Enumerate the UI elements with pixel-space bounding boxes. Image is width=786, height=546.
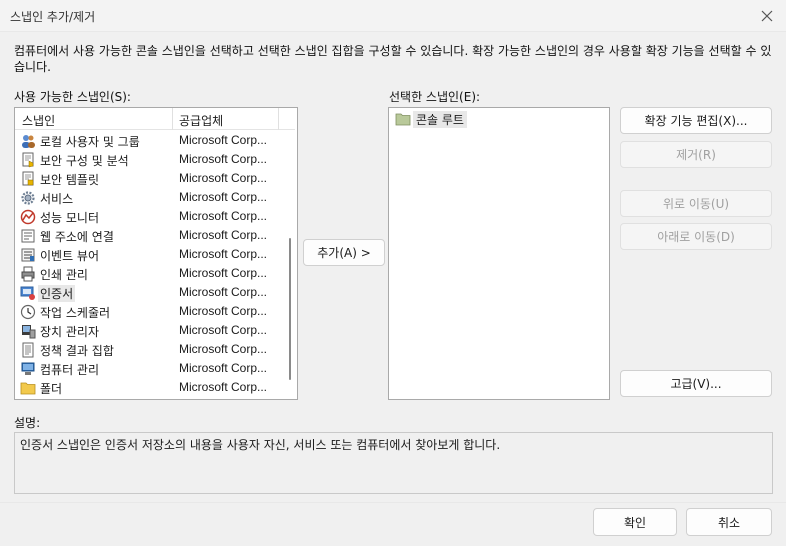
add-button[interactable]: 추가(A) > <box>303 239 385 266</box>
snapin-name: 장치 관리자 <box>40 325 100 339</box>
list-item[interactable]: 컴퓨터 관리 Microsoft Corp... <box>15 359 295 378</box>
computer-management-icon <box>21 362 35 375</box>
selected-snapins-label: 선택한 스냅인(E): <box>389 90 481 104</box>
column-header-vendor[interactable]: 공급업체 <box>179 112 223 129</box>
snapin-name: 정책 결과 집합 <box>40 344 114 358</box>
list-item[interactable]: 로컬 사용자 및 그룹 Microsoft Corp... <box>15 131 295 150</box>
list-item[interactable]: 정책 결과 집합 Microsoft Corp... <box>15 340 295 359</box>
list-item[interactable]: 보안 템플릿 Microsoft Corp... <box>15 169 295 188</box>
snapin-name: 컴퓨터 관리 <box>40 363 100 377</box>
folder-icon <box>395 113 411 126</box>
close-button[interactable] <box>756 5 778 27</box>
certificate-icon <box>20 286 35 300</box>
description-text: 인증서 스냅인은 인증서 저장소의 내용을 사용자 자신, 서비스 또는 컴퓨터… <box>20 438 501 452</box>
snapin-name: 인쇄 관리 <box>40 268 88 282</box>
snapin-name: 인증서 <box>38 285 76 302</box>
snapin-vendor: Microsoft Corp... <box>179 171 268 185</box>
list-item[interactable]: 콘솔 루트 <box>395 110 467 128</box>
list-item[interactable]: 인증서 Microsoft Corp... <box>15 283 295 302</box>
edit-extensions-button[interactable]: 확장 기능 편집(X)... <box>620 107 772 134</box>
printer-icon <box>21 266 35 282</box>
snapin-vendor: Microsoft Corp... <box>179 285 268 299</box>
snapin-vendor: Microsoft Corp... <box>179 152 268 166</box>
snapin-name: 폴더 <box>40 382 63 396</box>
snapin-vendor: Microsoft Corp... <box>179 361 268 375</box>
snapin-vendor: Microsoft Corp... <box>179 190 268 204</box>
snapin-vendor: Microsoft Corp... <box>179 323 268 337</box>
web-link-icon <box>21 229 35 243</box>
snapin-vendor: Microsoft Corp... <box>179 342 268 356</box>
snapin-name: 로컬 사용자 및 그룹 <box>40 135 140 149</box>
available-rows: 로컬 사용자 및 그룹 Microsoft Corp... 보안 구성 및 분석 Mi… <box>15 131 295 397</box>
users-icon <box>22 135 35 148</box>
list-item[interactable]: 인쇄 관리 Microsoft Corp... <box>15 264 295 283</box>
list-item[interactable]: 웹 주소에 연결 Microsoft Corp... <box>15 226 295 245</box>
column-divider[interactable] <box>278 108 279 130</box>
list-item[interactable]: 장치 관리자 Microsoft Corp... <box>15 321 295 340</box>
scrollbar-thumb[interactable] <box>289 238 291 380</box>
event-viewer-icon <box>21 248 35 262</box>
footer-divider <box>0 502 786 503</box>
selected-snapins-list[interactable]: 콘솔 루트 <box>388 107 610 400</box>
list-item[interactable]: 보안 구성 및 분석 Microsoft Corp... <box>15 150 295 169</box>
snapin-vendor: Microsoft Corp... <box>179 266 268 280</box>
advanced-button[interactable]: 고급(V)... <box>620 370 772 397</box>
list-item[interactable]: 폴더 Microsoft Corp... <box>15 378 295 397</box>
window-title: 스냅인 추가/제거 <box>10 10 96 24</box>
column-header-snapin[interactable]: 스냅인 <box>22 112 55 129</box>
list-item-label: 콘솔 루트 <box>413 110 467 128</box>
folder-icon <box>20 382 36 395</box>
move-down-button[interactable]: 아래로 이동(D) <box>620 223 772 250</box>
list-item[interactable]: 작업 스케줄러 Microsoft Corp... <box>15 302 295 321</box>
security-analysis-icon <box>22 152 34 168</box>
move-up-button[interactable]: 위로 이동(U) <box>620 190 772 217</box>
remove-button[interactable]: 제거(R) <box>620 141 772 168</box>
dialog-description: 컴퓨터에서 사용 가능한 콘솔 스냅인을 선택하고 선택한 스냅인 집합을 구성… <box>14 44 772 74</box>
security-template-icon <box>22 171 34 186</box>
available-snapins-label: 사용 가능한 스냅인(S): <box>14 90 131 104</box>
vertical-scrollbar[interactable] <box>285 108 295 399</box>
snapin-name: 웹 주소에 연결 <box>40 230 114 244</box>
close-icon <box>761 10 773 22</box>
device-manager-icon <box>22 325 36 339</box>
snapin-vendor: Microsoft Corp... <box>179 304 268 318</box>
snapin-vendor: Microsoft Corp... <box>179 133 268 147</box>
description-label: 설명: <box>14 416 41 430</box>
snapin-name: 보안 구성 및 분석 <box>40 154 129 168</box>
list-item[interactable]: 성능 모니터 Microsoft Corp... <box>15 207 295 226</box>
snapin-name: 작업 스케줄러 <box>40 306 111 320</box>
snapin-vendor: Microsoft Corp... <box>179 380 268 394</box>
cancel-button[interactable]: 취소 <box>686 508 772 536</box>
snapin-name: 이벤트 뷰어 <box>40 249 100 263</box>
snapin-name: 성능 모니터 <box>40 211 100 225</box>
clock-icon <box>20 304 36 320</box>
available-snapins-list[interactable]: 스냅인 공급업체 로컬 사용자 및 그룹 Microsoft Corp... 보안 … <box>14 107 298 400</box>
column-divider[interactable] <box>172 108 173 130</box>
description-box: 인증서 스냅인은 인증서 저장소의 내용을 사용자 자신, 서비스 또는 컴퓨터… <box>14 432 773 494</box>
list-item[interactable]: 이벤트 뷰어 Microsoft Corp... <box>15 245 295 264</box>
list-header: 스냅인 공급업체 <box>15 108 295 130</box>
title-bar: 스냅인 추가/제거 <box>0 0 786 32</box>
policy-result-icon <box>22 342 34 358</box>
snapin-vendor: Microsoft Corp... <box>179 247 268 261</box>
list-item[interactable]: 서비스 Microsoft Corp... <box>15 188 295 207</box>
snapin-name: 서비스 <box>40 192 74 206</box>
services-gear-icon <box>21 191 35 205</box>
ok-button[interactable]: 확인 <box>593 508 677 536</box>
snapin-name: 보안 템플릿 <box>40 173 100 187</box>
performance-monitor-icon <box>20 209 36 225</box>
snapin-vendor: Microsoft Corp... <box>179 209 268 223</box>
snapin-vendor: Microsoft Corp... <box>179 228 268 242</box>
